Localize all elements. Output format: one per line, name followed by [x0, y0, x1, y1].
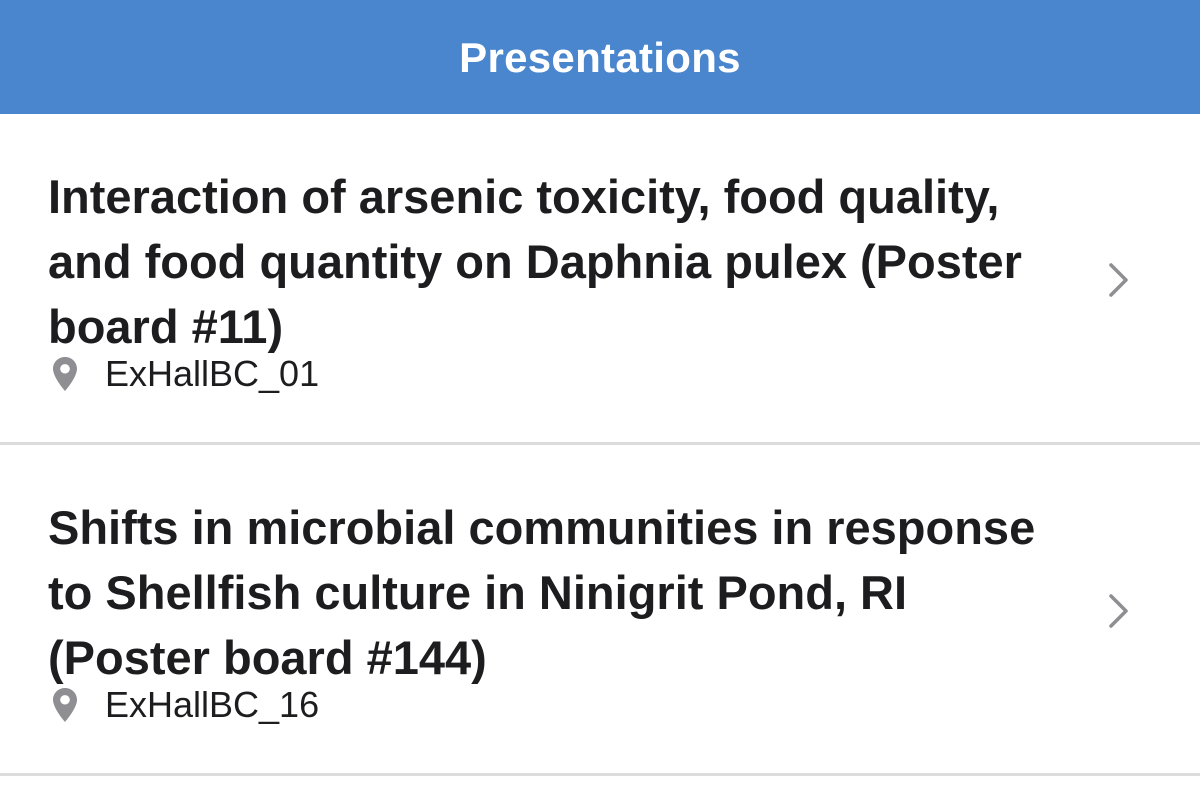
- nav-bar: Presentations: [0, 0, 1200, 114]
- location-label: ExHallBC_01: [105, 353, 320, 394]
- presentation-row[interactable]: Interaction of arsenic toxicity, food qu…: [0, 114, 1200, 445]
- map-pin-icon: [53, 688, 77, 722]
- map-pin-icon: [53, 357, 77, 391]
- presentation-location: ExHallBC_01: [52, 353, 320, 394]
- page-title: Presentations: [459, 34, 741, 81]
- presentation-title: Interaction of arsenic toxicity, food qu…: [48, 170, 1022, 353]
- chevron-right-icon: [1109, 594, 1128, 628]
- presentation-location: ExHallBC_16: [52, 684, 320, 725]
- location-label: ExHallBC_16: [105, 684, 320, 725]
- presentation-title: Shifts in microbial communities in respo…: [48, 501, 1036, 684]
- presentation-row[interactable]: Shifts in microbial communities in respo…: [0, 445, 1200, 776]
- chevron-right-icon: [1109, 263, 1128, 297]
- presentations-list: Interaction of arsenic toxicity, food qu…: [0, 114, 1200, 776]
